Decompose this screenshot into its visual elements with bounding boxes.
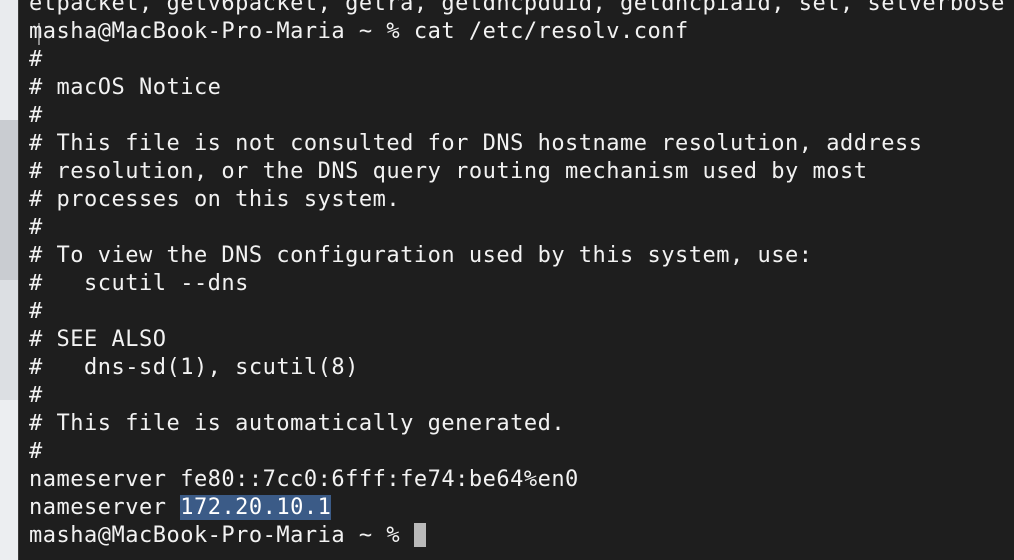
screen: etpacket, getv6packet, getra, getdhcpdui…	[0, 0, 1014, 560]
terminal-line: # To view the DNS configuration used by …	[29, 243, 813, 268]
terminal-line: nameserver fe80::7cc0:6fff:fe74:be64%en0	[29, 467, 579, 492]
terminal-line-nameserver: nameserver 172.20.10.1	[29, 494, 1005, 522]
selected-ip-address[interactable]: 172.20.10.1	[180, 495, 332, 520]
terminal-line: # resolution, or the DNS query routing m…	[29, 159, 868, 184]
terminal-line: #	[29, 383, 43, 408]
terminal-line: #	[29, 103, 43, 128]
terminal-line: # dns-sd(1), scutil(8)	[29, 355, 359, 380]
terminal-line: # This file is not consulted for DNS hos…	[29, 131, 923, 156]
terminal-line: # processes on this system.	[29, 187, 401, 212]
terminal-line: #	[29, 439, 43, 464]
terminal-output[interactable]: etpacket, getv6packet, getra, getdhcpdui…	[29, 0, 1005, 550]
terminal-line: masha@MacBook-Pro-Maria ~ % cat /etc/res…	[29, 19, 689, 44]
terminal-line: #	[29, 299, 43, 324]
text-cursor	[413, 523, 426, 547]
shell-prompt: masha@MacBook-Pro-Maria ~ %	[29, 523, 414, 548]
terminal-prompt-line[interactable]: masha@MacBook-Pro-Maria ~ %	[29, 522, 1005, 550]
terminal-line: etpacket, getv6packet, getra, getdhcpdui…	[29, 0, 1005, 16]
nameserver-label: nameserver	[29, 495, 181, 520]
background-window-edge	[0, 0, 18, 560]
terminal-line: # This file is automatically generated.	[29, 411, 566, 436]
terminal-line: # SEE ALSO	[29, 327, 167, 352]
terminal-window[interactable]: etpacket, getv6packet, getra, getdhcpdui…	[18, 0, 1014, 560]
terminal-line: # macOS Notice	[29, 75, 222, 100]
terminal-line: #	[29, 215, 43, 240]
terminal-line: # scutil --dns	[29, 271, 249, 296]
terminal-line: #	[29, 47, 43, 72]
